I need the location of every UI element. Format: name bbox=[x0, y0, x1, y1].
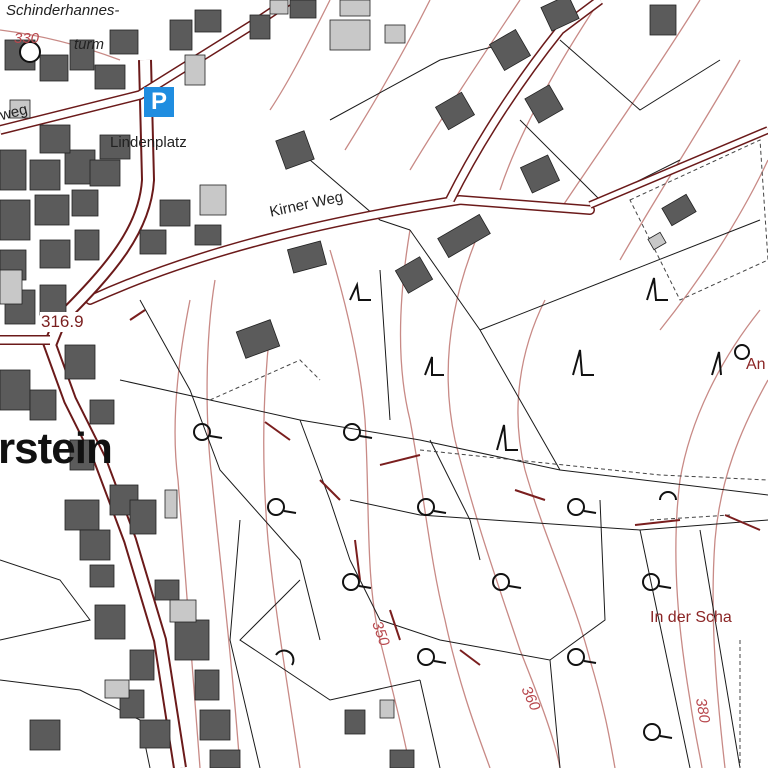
tree-circle-icon bbox=[343, 423, 373, 441]
tree-triangle-icon bbox=[424, 356, 444, 376]
town-name-label: rstein bbox=[0, 424, 113, 473]
contour-label: 330 bbox=[14, 30, 40, 47]
tree-circle-icon bbox=[417, 648, 447, 666]
map-canvas bbox=[0, 0, 768, 768]
tree-triangle-icon bbox=[646, 277, 668, 301]
tree-triangle-icon bbox=[711, 351, 722, 376]
tower-label-line2: turm bbox=[74, 36, 104, 53]
parking-icon[interactable]: P bbox=[144, 87, 174, 117]
roads bbox=[0, 0, 768, 768]
tree-circle-icon bbox=[267, 498, 297, 516]
tree-circle-icons bbox=[193, 344, 750, 741]
tree-triangle-icon bbox=[496, 424, 518, 451]
tree-circle-icon bbox=[567, 498, 597, 516]
place-label-lindenplatz: Lindenplatz bbox=[110, 134, 187, 151]
buildings bbox=[0, 0, 697, 768]
tree-circle-icon bbox=[642, 573, 672, 591]
tree-circle-icon bbox=[643, 723, 673, 741]
contour-lines bbox=[0, 0, 768, 768]
field-name-label: In der Scha bbox=[650, 609, 732, 626]
tree-triangle-icons bbox=[349, 277, 722, 451]
tree-circle-icon bbox=[659, 491, 677, 501]
tree-circle-icon bbox=[342, 573, 372, 591]
tower-label: Schinderhannes- bbox=[6, 2, 120, 19]
spot-height-label: 316.9 bbox=[40, 312, 85, 332]
tree-circle-icon bbox=[275, 649, 295, 666]
field-name-label-partial: An bbox=[746, 356, 766, 373]
tree-triangle-icon bbox=[572, 349, 594, 376]
tree-circle-icon bbox=[567, 648, 597, 666]
tree-triangle-icon bbox=[349, 281, 371, 301]
topographic-map[interactable]: Schinderhannes- turm 330 P weg Lindenpla… bbox=[0, 0, 768, 768]
tree-circle-icon bbox=[417, 498, 447, 516]
